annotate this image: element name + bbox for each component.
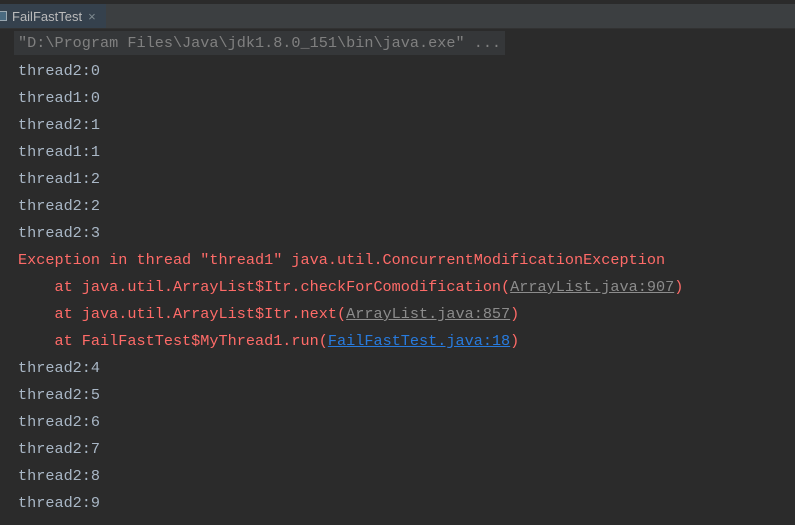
- output-line: thread2:7: [18, 440, 101, 458]
- frame-text: at java.util.ArrayList$Itr.checkForComod…: [18, 278, 511, 296]
- output-line: thread2:4: [18, 359, 101, 377]
- output-line: thread2:9: [18, 494, 101, 512]
- frame-text-end: ): [510, 305, 520, 323]
- output-line: thread1:0: [18, 89, 101, 107]
- output-line: thread2:3: [18, 224, 101, 242]
- frame-text: at FailFastTest$MyThread1.run(: [18, 332, 328, 350]
- output-line: thread2:1: [18, 116, 101, 134]
- command-line: "D:\Program Files\Java\jdk1.8.0_151\bin\…: [14, 31, 506, 55]
- source-link[interactable]: ArrayList.java:857: [346, 305, 510, 323]
- run-tab-bar: FailFastTest ×: [0, 4, 795, 29]
- stack-frame: at FailFastTest$MyThread1.run(FailFastTe…: [18, 331, 519, 351]
- source-link[interactable]: ArrayList.java:907: [510, 278, 674, 296]
- output-line: thread1:1: [18, 143, 101, 161]
- output-line: thread2:2: [18, 197, 101, 215]
- output-line: thread2:8: [18, 467, 101, 485]
- frame-text: at java.util.ArrayList$Itr.next(: [18, 305, 347, 323]
- output-line: thread2:0: [18, 62, 101, 80]
- output-line: thread2:6: [18, 413, 101, 431]
- tab-label: FailFastTest: [12, 8, 83, 24]
- stack-frame: at java.util.ArrayList$Itr.next(ArrayLis…: [18, 304, 519, 324]
- output-line: thread2:5: [18, 386, 101, 404]
- exception-header: Exception in thread "thread1" java.util.…: [18, 251, 666, 269]
- console-gutter: [0, 29, 14, 525]
- console-icon: [0, 11, 7, 21]
- source-link[interactable]: FailFastTest.java:18: [328, 332, 510, 350]
- tab-failfasttest[interactable]: FailFastTest ×: [0, 4, 106, 28]
- frame-text-end: ): [510, 332, 520, 350]
- frame-text-end: ): [674, 278, 684, 296]
- output-line: thread1:2: [18, 170, 101, 188]
- stack-frame: at java.util.ArrayList$Itr.checkForComod…: [18, 277, 683, 297]
- close-icon[interactable]: ×: [88, 9, 96, 24]
